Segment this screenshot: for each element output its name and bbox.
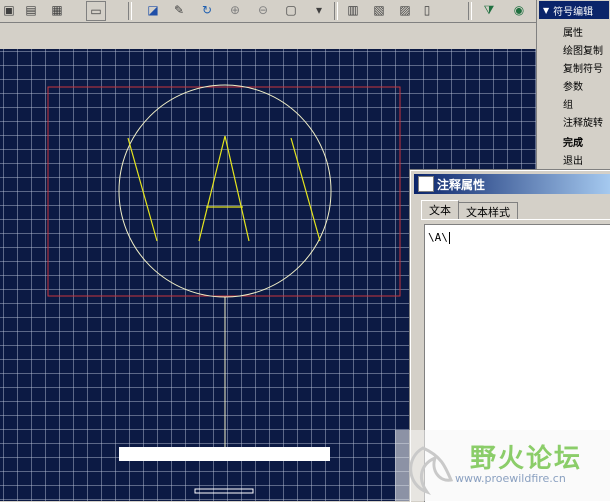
symbol-circle[interactable] (118, 84, 332, 298)
display-dropdown-icon[interactable]: ▾ (310, 1, 328, 19)
note-text-value: \A\ (428, 231, 448, 244)
symbol-frame[interactable] (47, 86, 401, 297)
symbol-text-glyph[interactable] (127, 135, 321, 242)
tab-text[interactable]: 文本 (421, 200, 459, 219)
eye-icon[interactable]: ◉ (510, 1, 528, 19)
view-icon[interactable]: ▭ (86, 1, 106, 21)
menu-item-rotate-note[interactable]: 注释旋转 (563, 114, 603, 129)
text-cursor (448, 232, 450, 244)
select-icon[interactable]: ◪ (144, 1, 162, 19)
window-icon (418, 176, 434, 192)
page-icon[interactable]: ▨ (396, 1, 414, 19)
dialog-title-bar[interactable]: 注释属性 (414, 174, 610, 194)
toolbar-separator (128, 2, 132, 20)
toolbar: ▣ ▤ ▦ ▭ ◪ ✎ ↻ ⊕ ⊖ ▢ ▾ ▥ ▧ ▨ ▯ ⧩ ◉ (0, 0, 536, 23)
tab-panel-border (421, 219, 610, 220)
layer-icon[interactable]: ▥ (344, 1, 362, 19)
watermark-url: www.proewildfire.cn (455, 472, 566, 485)
tab-text-style[interactable]: 文本样式 (458, 202, 518, 220)
menu-header-label: 符号编辑 (553, 6, 594, 18)
menu-header-symbol-edit[interactable]: ▼ 符号编辑 (539, 1, 609, 19)
menu-item-quit[interactable]: 退出 (563, 152, 583, 167)
zoom-out-icon[interactable]: ⊖ (254, 1, 272, 19)
symbol-base-bar[interactable] (119, 447, 330, 461)
zoom-fit-icon[interactable]: ▢ (282, 1, 300, 19)
draw-icon[interactable]: ✎ (170, 1, 188, 19)
toolbar-separator (334, 2, 338, 20)
menu-manager: ▼ 符号编辑 属性 绘图复制 复制符号 参数 组 注释旋转 完成 退出 (536, 0, 610, 172)
save-icon[interactable]: ▣ (0, 1, 18, 19)
menu-item-draw-copy[interactable]: 绘图复制 (563, 42, 603, 57)
repaint-icon[interactable]: ↻ (198, 1, 216, 19)
print-icon[interactable]: ▦ (48, 1, 66, 19)
document-icon[interactable]: ▯ (418, 1, 436, 19)
menu-item-attributes[interactable]: 属性 (563, 24, 583, 39)
menu-item-group[interactable]: 组 (563, 96, 573, 111)
menu-item-done[interactable]: 完成 (563, 134, 583, 149)
toolbar-strip (0, 23, 536, 49)
menu-item-copy-symbol[interactable]: 复制符号 (563, 60, 603, 75)
symbol-base-line (194, 488, 254, 494)
zoom-in-icon[interactable]: ⊕ (226, 1, 244, 19)
triangle-down-icon: ▼ (543, 5, 550, 15)
menu-item-parameters[interactable]: 参数 (563, 78, 583, 93)
watermark-name: 野火论坛 (470, 444, 583, 474)
toolbar-separator (468, 2, 472, 20)
dialog-title: 注释属性 (437, 177, 486, 192)
annotation-icon[interactable]: ⧩ (480, 1, 498, 19)
sheet-icon[interactable]: ▧ (370, 1, 388, 19)
copy-icon[interactable]: ▤ (22, 1, 40, 19)
